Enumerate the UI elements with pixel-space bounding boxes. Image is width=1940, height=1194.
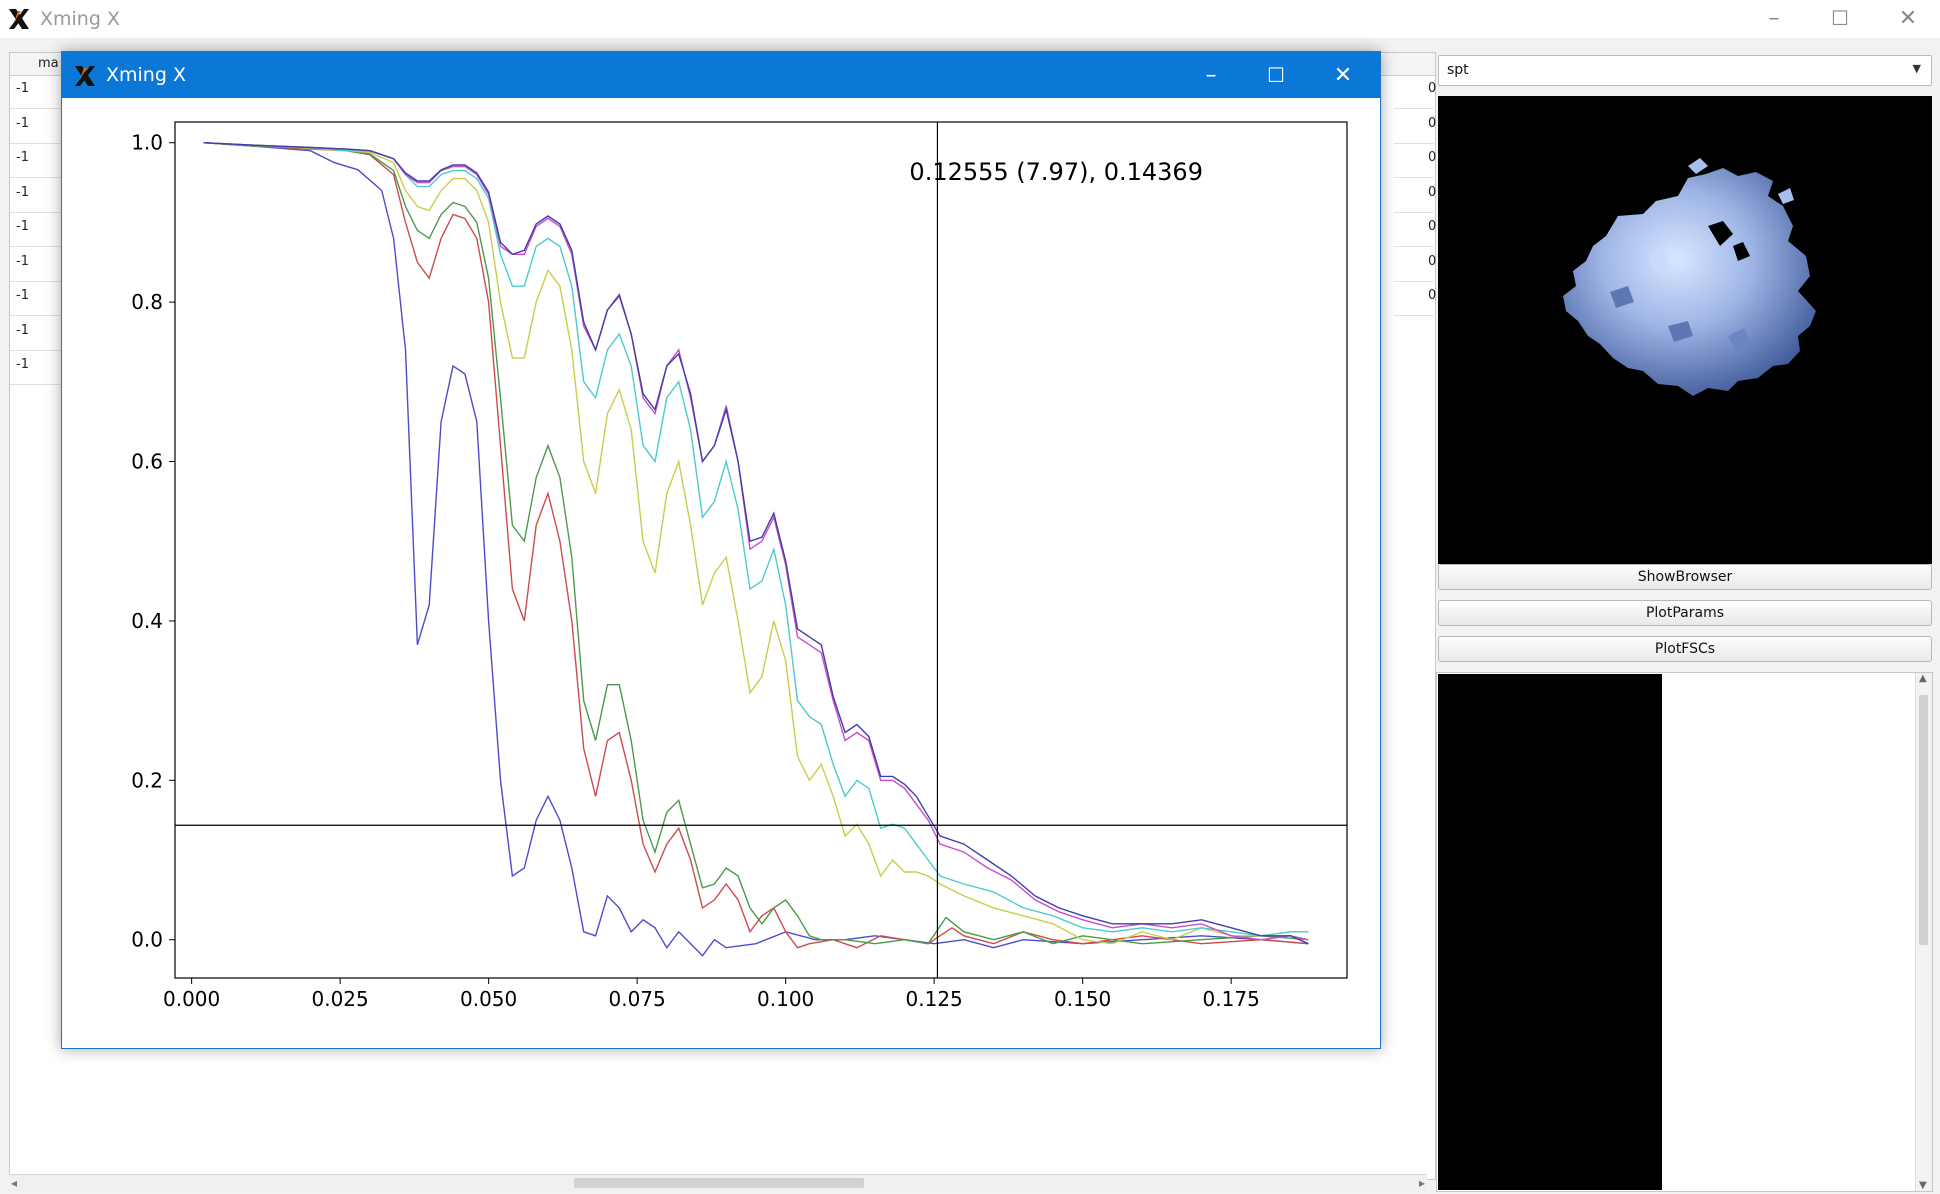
vertical-scrollbar-thumb[interactable] — [1919, 695, 1928, 945]
minimize-icon: – — [1205, 62, 1217, 88]
table-cell[interactable]: -1 — [10, 178, 62, 213]
x-tick-label: 0.175 — [1203, 987, 1260, 1011]
horizontal-scrollbar-thumb[interactable] — [574, 1178, 864, 1188]
x-tick-label: 0.000 — [163, 987, 220, 1011]
y-tick-label: 1.0 — [131, 131, 163, 155]
vertical-scrollbar[interactable]: ▲ ▼ — [1915, 673, 1932, 1191]
table-cell[interactable]: -1 — [10, 213, 62, 247]
table-cell[interactable]: -1 — [10, 316, 62, 351]
y-tick-label: 0.8 — [131, 290, 163, 314]
horizontal-scrollbar[interactable]: ◂ ▸ — [9, 1174, 1427, 1191]
show-browser-button[interactable]: ShowBrowser — [1438, 564, 1932, 590]
close-icon: ✕ — [1898, 5, 1918, 31]
x-tick-label: 0.100 — [757, 987, 814, 1011]
table-cell[interactable]: 0 — [1394, 75, 1436, 109]
y-tick-label: 0.0 — [131, 928, 163, 952]
x-tick-label: 0.125 — [906, 987, 963, 1011]
table-header-label: ma — [38, 56, 59, 71]
fsc-chart[interactable]: 0.000 0.025 0.050 0.075 0.100 0.125 0.150 0.175… — [69, 106, 1373, 1040]
outer-window-title: Xming X — [40, 8, 120, 30]
table-cell[interactable]: -1 — [10, 351, 62, 385]
3d-map-viewer[interactable] — [1438, 96, 1932, 564]
outer-close-button[interactable]: ✕ — [1876, 0, 1940, 36]
scroll-up-arrow-icon[interactable]: ▲ — [1919, 673, 1927, 684]
x-tick-label: 0.025 — [312, 987, 369, 1011]
scroll-left-arrow-icon[interactable]: ◂ — [11, 1176, 17, 1190]
xming-logo-icon — [9, 9, 29, 29]
table-cell[interactable]: -1 — [10, 247, 62, 282]
x-tick-label: 0.050 — [460, 987, 517, 1011]
plot-canvas[interactable]: 0.000 0.025 0.050 0.075 0.100 0.125 0.150 0.175… — [69, 106, 1373, 1040]
scroll-right-arrow-icon[interactable]: ▸ — [1419, 1176, 1425, 1190]
x-tick-label: 0.150 — [1054, 987, 1111, 1011]
outer-titlebar[interactable]: Xming X – ☐ ✕ — [0, 0, 1940, 39]
maximize-icon: ☐ — [1267, 63, 1285, 87]
x-tick-label: 0.075 — [609, 987, 666, 1011]
crosshair-annotation: 0.12555 (7.97), 0.14369 — [909, 158, 1203, 186]
table-cell[interactable]: 0 — [1394, 213, 1436, 247]
outer-maximize-button[interactable]: ☐ — [1808, 0, 1872, 36]
y-tick-label: 0.2 — [131, 768, 163, 792]
y-tick-label: 0.6 — [131, 450, 163, 474]
table-cell[interactable]: -1 — [10, 109, 62, 144]
close-icon: ✕ — [1333, 62, 1353, 88]
inner-close-button[interactable]: ✕ — [1314, 52, 1372, 98]
chevron-down-icon: ▼ — [1912, 62, 1921, 75]
lower-display-panel[interactable]: ▲ ▼ — [1436, 672, 1933, 1192]
plot-fscs-button[interactable]: PlotFSCs — [1438, 636, 1932, 662]
table-cell[interactable]: -1 — [10, 75, 62, 109]
inner-titlebar[interactable]: Xming X – ☐ ✕ — [62, 52, 1380, 98]
inner-minimize-button[interactable]: – — [1182, 52, 1240, 98]
scroll-down-arrow-icon[interactable]: ▼ — [1919, 1180, 1927, 1191]
table-cell[interactable]: 0 — [1394, 179, 1436, 213]
table-cell[interactable]: 0 — [1394, 110, 1436, 144]
lower-black-canvas — [1438, 674, 1662, 1190]
table-cell[interactable]: 0 — [1394, 144, 1436, 178]
xming-logo-icon — [72, 63, 98, 89]
table-cell[interactable]: -1 — [10, 144, 62, 178]
minimize-icon: – — [1768, 5, 1780, 31]
outer-minimize-button[interactable]: – — [1742, 0, 1806, 36]
maximize-icon: ☐ — [1831, 6, 1849, 30]
table-cell[interactable]: 0 — [1394, 248, 1436, 282]
table-cell[interactable]: 0 — [1394, 282, 1436, 316]
plot-params-button[interactable]: PlotParams — [1438, 600, 1932, 626]
fsc-plot-window[interactable]: Xming X – ☐ ✕ 0.000 0.025 0.050 0.075 0.100 0… — [61, 51, 1381, 1049]
y-tick-label: 0.4 — [131, 609, 163, 633]
inner-window-title: Xming X — [106, 64, 186, 86]
plot-frame — [174, 121, 1348, 979]
density-map-render — [1563, 158, 1816, 396]
inner-maximize-button[interactable]: ☐ — [1247, 52, 1305, 98]
program-selector-value: spt — [1447, 62, 1469, 78]
table-cell[interactable]: -1 — [10, 282, 62, 316]
program-selector-dropdown[interactable]: spt ▼ — [1438, 55, 1932, 86]
